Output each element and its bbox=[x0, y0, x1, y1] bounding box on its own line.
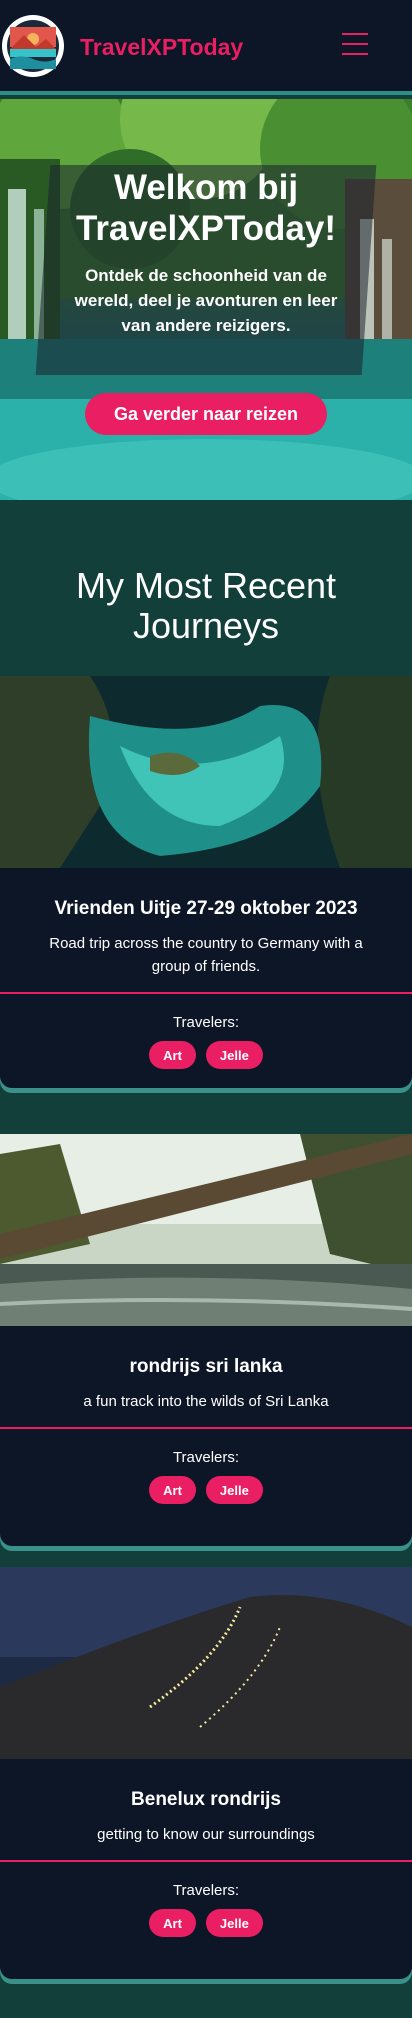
logo[interactable] bbox=[2, 15, 64, 77]
travelers-label: Travelers: bbox=[172, 1449, 240, 1466]
journey-card[interactable]: Benelux rondrijs getting to know our sur… bbox=[0, 1567, 412, 1979]
journey-title: rondrijs sri lanka bbox=[129, 1356, 283, 1377]
journey-description: Road trip across the country to Germany … bbox=[49, 935, 363, 975]
traveler-tag[interactable]: Art bbox=[149, 1476, 196, 1504]
traveler-tag[interactable]: Jelle bbox=[205, 1476, 263, 1504]
travelers-list: Art Jelle bbox=[0, 1909, 412, 1937]
travelers-label: Travelers: bbox=[172, 1882, 240, 1899]
journey-description: getting to know our surroundings bbox=[97, 1826, 315, 1843]
section-title: My Most Recent Journeys bbox=[75, 565, 337, 646]
hero-title: Welkom bij TravelXPToday! bbox=[75, 168, 336, 248]
hero-banner: Welkom bij TravelXPToday! Ontdek de scho… bbox=[0, 99, 412, 500]
journey-title: Benelux rondrijs bbox=[131, 1789, 281, 1810]
journey-image bbox=[0, 676, 412, 868]
card-divider bbox=[0, 1860, 412, 1862]
journey-card[interactable]: rondrijs sri lanka a fun track into the … bbox=[0, 1134, 412, 1546]
go-to-journeys-button[interactable]: Ga verder naar reizen bbox=[85, 393, 327, 435]
journey-image bbox=[0, 1567, 412, 1759]
traveler-tag[interactable]: Art bbox=[149, 1909, 196, 1937]
card-divider bbox=[0, 1427, 412, 1429]
card-divider bbox=[0, 992, 412, 994]
hero-subtitle: Ontdek de schoonheid van de wereld, deel… bbox=[74, 266, 338, 335]
journey-description: a fun track into the wilds of Sri Lanka bbox=[83, 1393, 329, 1410]
travelers-list: Art Jelle bbox=[0, 1476, 412, 1504]
landscape-logo-icon bbox=[7, 20, 59, 72]
journey-image bbox=[0, 1134, 412, 1326]
journey-card[interactable]: Vrienden Uitje 27-29 oktober 2023 Road t… bbox=[0, 676, 412, 1088]
site-header: TravelXPToday bbox=[0, 0, 412, 95]
traveler-tag[interactable]: Jelle bbox=[205, 1909, 263, 1937]
hamburger-menu-icon[interactable] bbox=[342, 33, 368, 55]
traveler-tag[interactable]: Art bbox=[149, 1041, 196, 1069]
brand-name[interactable]: TravelXPToday bbox=[80, 34, 243, 61]
travelers-list: Art Jelle bbox=[0, 1041, 412, 1069]
journey-title: Vrienden Uitje 27-29 oktober 2023 bbox=[54, 898, 358, 919]
travelers-label: Travelers: bbox=[172, 1014, 240, 1031]
traveler-tag[interactable]: Jelle bbox=[205, 1041, 263, 1069]
